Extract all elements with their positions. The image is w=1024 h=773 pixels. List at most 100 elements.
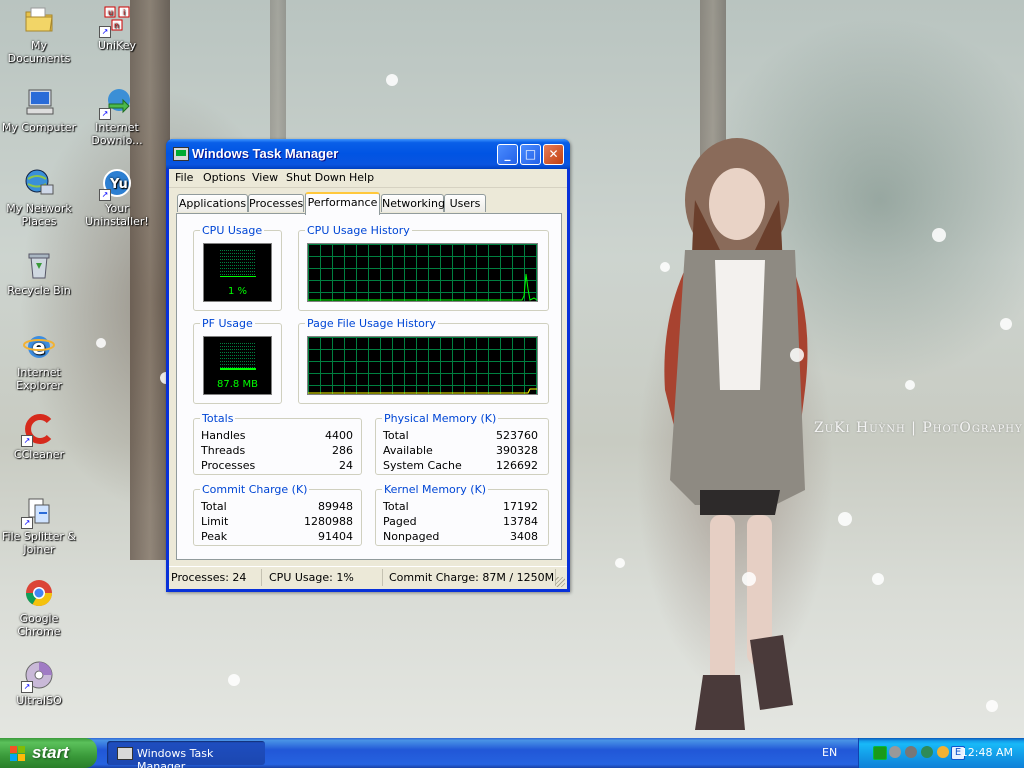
ie-icon: e xyxy=(23,331,55,363)
cpu-history-label: CPU Usage History xyxy=(305,224,412,237)
window-title: Windows Task Manager xyxy=(192,146,339,161)
stat-value: 89948 xyxy=(318,500,353,513)
pf-usage-group: PF Usage 87.8 MB xyxy=(193,317,282,404)
stat-value: 3408 xyxy=(510,530,538,543)
desktop-icon-internet-download[interactable]: ↗ Internet Downlo... xyxy=(78,86,156,147)
cpu-usage-label: CPU Usage xyxy=(200,224,265,237)
kernel-memory-group: Kernel Memory (K) Total 17192 Paged 1378… xyxy=(375,483,549,546)
status-cpu-usage: CPU Usage: 1% xyxy=(269,571,354,584)
maximize-button[interactable]: □ xyxy=(520,144,541,165)
taskbar-button-label: Windows Task Manager xyxy=(137,747,214,773)
girl-photo xyxy=(664,138,808,730)
start-button[interactable]: start xyxy=(0,738,97,768)
desktop-icon-label: Internet Downlo... xyxy=(91,121,143,147)
desktop-icon-google-chrome[interactable]: Google Chrome xyxy=(0,577,78,638)
desktop-icon-ccleaner[interactable]: ↗ CCleaner xyxy=(0,413,78,461)
start-label: start xyxy=(32,743,69,762)
tab-users[interactable]: Users xyxy=(444,194,486,212)
desktop-icon-unikey[interactable]: u in ↗ UniKey xyxy=(78,4,156,52)
desktop-icon-file-splitter[interactable]: ↗ File Splitter & Joiner xyxy=(0,495,78,556)
menu-shut-down[interactable]: Shut Down xyxy=(286,171,346,184)
menu-help[interactable]: Help xyxy=(349,171,374,184)
cpu-history-line xyxy=(308,273,537,301)
clock[interactable]: 12:48 AM xyxy=(961,746,1013,759)
desktop-icon-label: Your Uninstaller! xyxy=(85,202,149,228)
close-button[interactable]: ✕ xyxy=(543,144,564,165)
status-processes: Processes: 24 xyxy=(171,571,247,584)
menu-file[interactable]: File xyxy=(175,171,193,184)
stat-value: 126692 xyxy=(496,459,538,472)
file-splitter-icon: ↗ xyxy=(21,495,55,529)
network-icon xyxy=(23,167,55,199)
task-manager-window: Windows Task Manager _ □ ✕ File Options … xyxy=(166,139,570,592)
pf-history-group: Page File Usage History xyxy=(298,317,549,404)
desktop-icon-label: Internet Explorer xyxy=(16,366,62,392)
desktop-icon-internet-explorer[interactable]: e Internet Explorer xyxy=(0,331,78,392)
taskbar-button-task-manager[interactable]: Windows Task Manager xyxy=(107,741,265,773)
stat-row-physical-total: Total 523760 xyxy=(383,429,538,442)
network-tray-icon[interactable] xyxy=(921,746,933,758)
desktop-icon-label: File Splitter & Joiner xyxy=(2,530,76,556)
stat-row-kernel-total: Total 17192 xyxy=(383,500,538,513)
folder-icon xyxy=(23,4,55,36)
task-manager-icon xyxy=(117,747,133,760)
desktop-icon-label: Recycle Bin xyxy=(7,284,71,297)
tab-performance[interactable]: Performance xyxy=(305,192,380,215)
cpu-history-group: CPU Usage History xyxy=(298,224,549,311)
svg-text:n: n xyxy=(114,21,119,30)
desktop-icon-ultraiso[interactable]: ↗ UltraISO xyxy=(0,659,78,707)
desktop-icon-your-uninstaller[interactable]: Yu ↗ Your Uninstaller! xyxy=(78,167,156,228)
photo-watermark: ZuKi Huỳnh | PhotOgraphy xyxy=(814,420,1023,436)
stat-name: Limit xyxy=(201,515,229,528)
stat-value: 13784 xyxy=(503,515,538,528)
menu-options[interactable]: Options xyxy=(203,171,245,184)
shortcut-arrow-icon: ↗ xyxy=(21,681,33,693)
desktop-icon-label: My Documents xyxy=(7,39,71,65)
task-manager-icon xyxy=(173,147,189,161)
cpu-history-graph xyxy=(307,243,538,302)
resize-grip-icon[interactable] xyxy=(555,577,565,587)
ultraiso-icon: ↗ xyxy=(21,659,55,693)
language-indicator[interactable]: EN xyxy=(822,746,837,759)
tab-processes[interactable]: Processes xyxy=(248,194,304,212)
stat-name: Handles xyxy=(201,429,246,442)
minimize-button[interactable]: _ xyxy=(497,144,518,165)
task-manager-tray-icon[interactable] xyxy=(873,746,887,760)
pf-usage-meter: 87.8 MB xyxy=(203,336,272,395)
shortcut-arrow-icon: ↗ xyxy=(99,189,111,201)
menu-view[interactable]: View xyxy=(252,171,278,184)
shortcut-arrow-icon: ↗ xyxy=(99,26,111,38)
menu-bar: File Options View Shut Down Help xyxy=(169,169,567,188)
tab-applications[interactable]: Applications xyxy=(177,194,248,212)
desktop-icon-my-network-places[interactable]: My Network Places xyxy=(0,167,78,228)
stat-name: Total xyxy=(383,500,409,513)
performance-panel: CPU Usage 1 % CPU Usage History PF Usage… xyxy=(176,213,562,560)
pf-usage-fill xyxy=(220,368,256,370)
title-bar[interactable]: Windows Task Manager _ □ ✕ xyxy=(166,139,570,169)
stat-value: 4400 xyxy=(325,429,353,442)
stat-row-kernel-nonpaged: Nonpaged 3408 xyxy=(383,530,538,543)
stat-name: Paged xyxy=(383,515,417,528)
desktop-icon-label: Google Chrome xyxy=(17,612,61,638)
cpu-usage-group: CPU Usage 1 % xyxy=(193,224,282,311)
tree-trunk xyxy=(270,0,286,140)
pf-usage-label: PF Usage xyxy=(200,317,255,330)
desktop-icon-my-documents[interactable]: My Documents xyxy=(0,4,78,65)
svg-text:e: e xyxy=(32,335,46,359)
stat-row-commit-peak: Peak 91404 xyxy=(201,530,353,543)
update-icon[interactable] xyxy=(937,746,949,758)
totals-group: Totals Handles 4400 Threads 286 Processe… xyxy=(193,412,362,475)
shortcut-arrow-icon: ↗ xyxy=(21,435,33,447)
stat-row-processes: Processes 24 xyxy=(201,459,353,472)
cpu-usage-value: 1 % xyxy=(227,286,248,297)
stat-row-handles: Handles 4400 xyxy=(201,429,353,442)
pf-history-line xyxy=(308,388,537,394)
disc-icon[interactable] xyxy=(905,746,917,758)
speaker-icon[interactable] xyxy=(889,746,901,758)
desktop-icon-my-computer[interactable]: My Computer xyxy=(0,86,78,134)
tab-networking[interactable]: Networking xyxy=(381,194,445,212)
stat-name: Processes xyxy=(201,459,256,472)
pf-history-label: Page File Usage History xyxy=(305,317,438,330)
desktop-icon-recycle-bin[interactable]: Recycle Bin xyxy=(0,249,78,297)
window-client-area: File Options View Shut Down Help Applica… xyxy=(169,169,567,589)
